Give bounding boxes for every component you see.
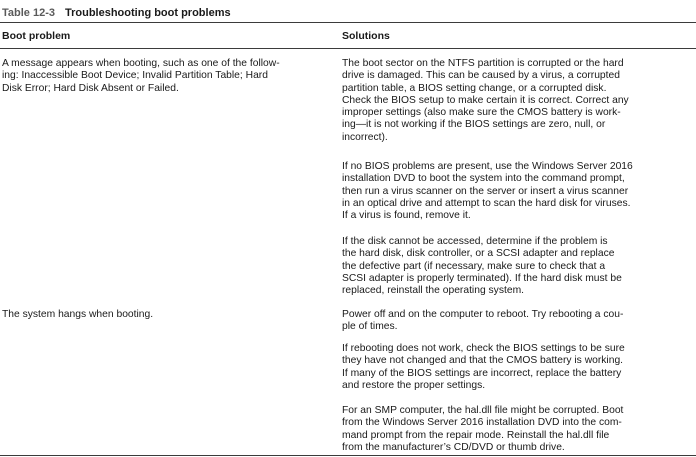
column-header-boot-problem: Boot problem	[2, 30, 71, 42]
solution-paragraph: If rebooting does not work, check the BI…	[342, 343, 625, 392]
text-line: Check the BIOS setup to make certain it …	[342, 94, 629, 106]
table-bottom-rule	[0, 455, 696, 456]
text-line: The boot sector on the NTFS partition is…	[342, 58, 624, 69]
text-line: they have not changed and that the CMOS …	[342, 355, 624, 367]
solution-paragraph: Power off and on the computer to reboot.…	[342, 309, 623, 334]
table-header-row: Boot problem Solutions	[0, 25, 696, 47]
table-top-rule	[0, 22, 696, 23]
table-number: Table 12-3	[2, 7, 55, 19]
text-line: replaced, reinstall the operating system…	[342, 285, 525, 297]
text-line: installation DVD to boot the system into…	[342, 173, 625, 185]
text-line: ing: Inaccessible Boot Device; Invalid P…	[2, 70, 268, 82]
text-line: ing—it is not working if the BIOS settin…	[342, 119, 606, 131]
text-line: and restore the proper settings.	[342, 379, 486, 391]
text-line: If rebooting does not work, check the BI…	[342, 343, 625, 354]
text-line: The system hangs when booting.	[2, 309, 154, 320]
column-header-solutions: Solutions	[342, 30, 390, 42]
text-line: the defective part (if necessary, make s…	[342, 260, 606, 272]
problem-cell: A message appears when booting, such as …	[2, 58, 280, 95]
text-line: from the manufacturer’s CD/DVD or thumb …	[342, 441, 565, 453]
text-line: partition table, a BIOS setting change, …	[342, 82, 607, 94]
text-line: If many of the BIOS settings are incorre…	[342, 367, 622, 379]
text-line: For an SMP computer, the hal.dll file mi…	[342, 405, 624, 416]
text-line: If a virus is found, remove it.	[342, 210, 471, 222]
text-line: A message appears when booting, such as …	[2, 58, 280, 69]
text-line: improper settings (also make sure the CM…	[342, 107, 621, 119]
text-line: SCSI adapter is properly terminated). If…	[342, 272, 622, 284]
text-line: ple of times.	[342, 321, 398, 333]
table-caption: Table 12-3 Troubleshooting boot problems	[2, 5, 231, 21]
solution-paragraph: For an SMP computer, the hal.dll file mi…	[342, 405, 623, 454]
text-line: in an optical drive and attempt to scan …	[342, 197, 631, 209]
text-line: Power off and on the computer to reboot.…	[342, 309, 624, 320]
text-line: incorrect).	[342, 131, 388, 143]
text-line: the hard disk, disk controller, or a SCS…	[342, 248, 615, 260]
text-line: mand prompt from the repair mode. Reinst…	[342, 429, 610, 441]
table-title: Troubleshooting boot problems	[65, 7, 231, 19]
solution-paragraph: If the disk cannot be accessed, determin…	[342, 236, 622, 297]
problem-cell: The system hangs when booting.	[2, 309, 153, 321]
text-line: If no BIOS problems are present, use the…	[342, 161, 633, 172]
text-line: from the Windows Server 2016 installatio…	[342, 417, 622, 429]
text-line: If the disk cannot be accessed, determin…	[342, 236, 608, 247]
text-line: then run a virus scanner on the server o…	[342, 185, 629, 197]
document-page: Table 12-3 Troubleshooting boot problems …	[0, 0, 696, 457]
text-line: drive is damaged. This can be caused by …	[342, 70, 620, 82]
table-header-rule	[0, 48, 696, 49]
solution-paragraph: If no BIOS problems are present, use the…	[342, 161, 633, 222]
solution-paragraph: The boot sector on the NTFS partition is…	[342, 58, 629, 144]
text-line: Disk Error; Hard Disk Absent or Failed.	[2, 82, 179, 94]
